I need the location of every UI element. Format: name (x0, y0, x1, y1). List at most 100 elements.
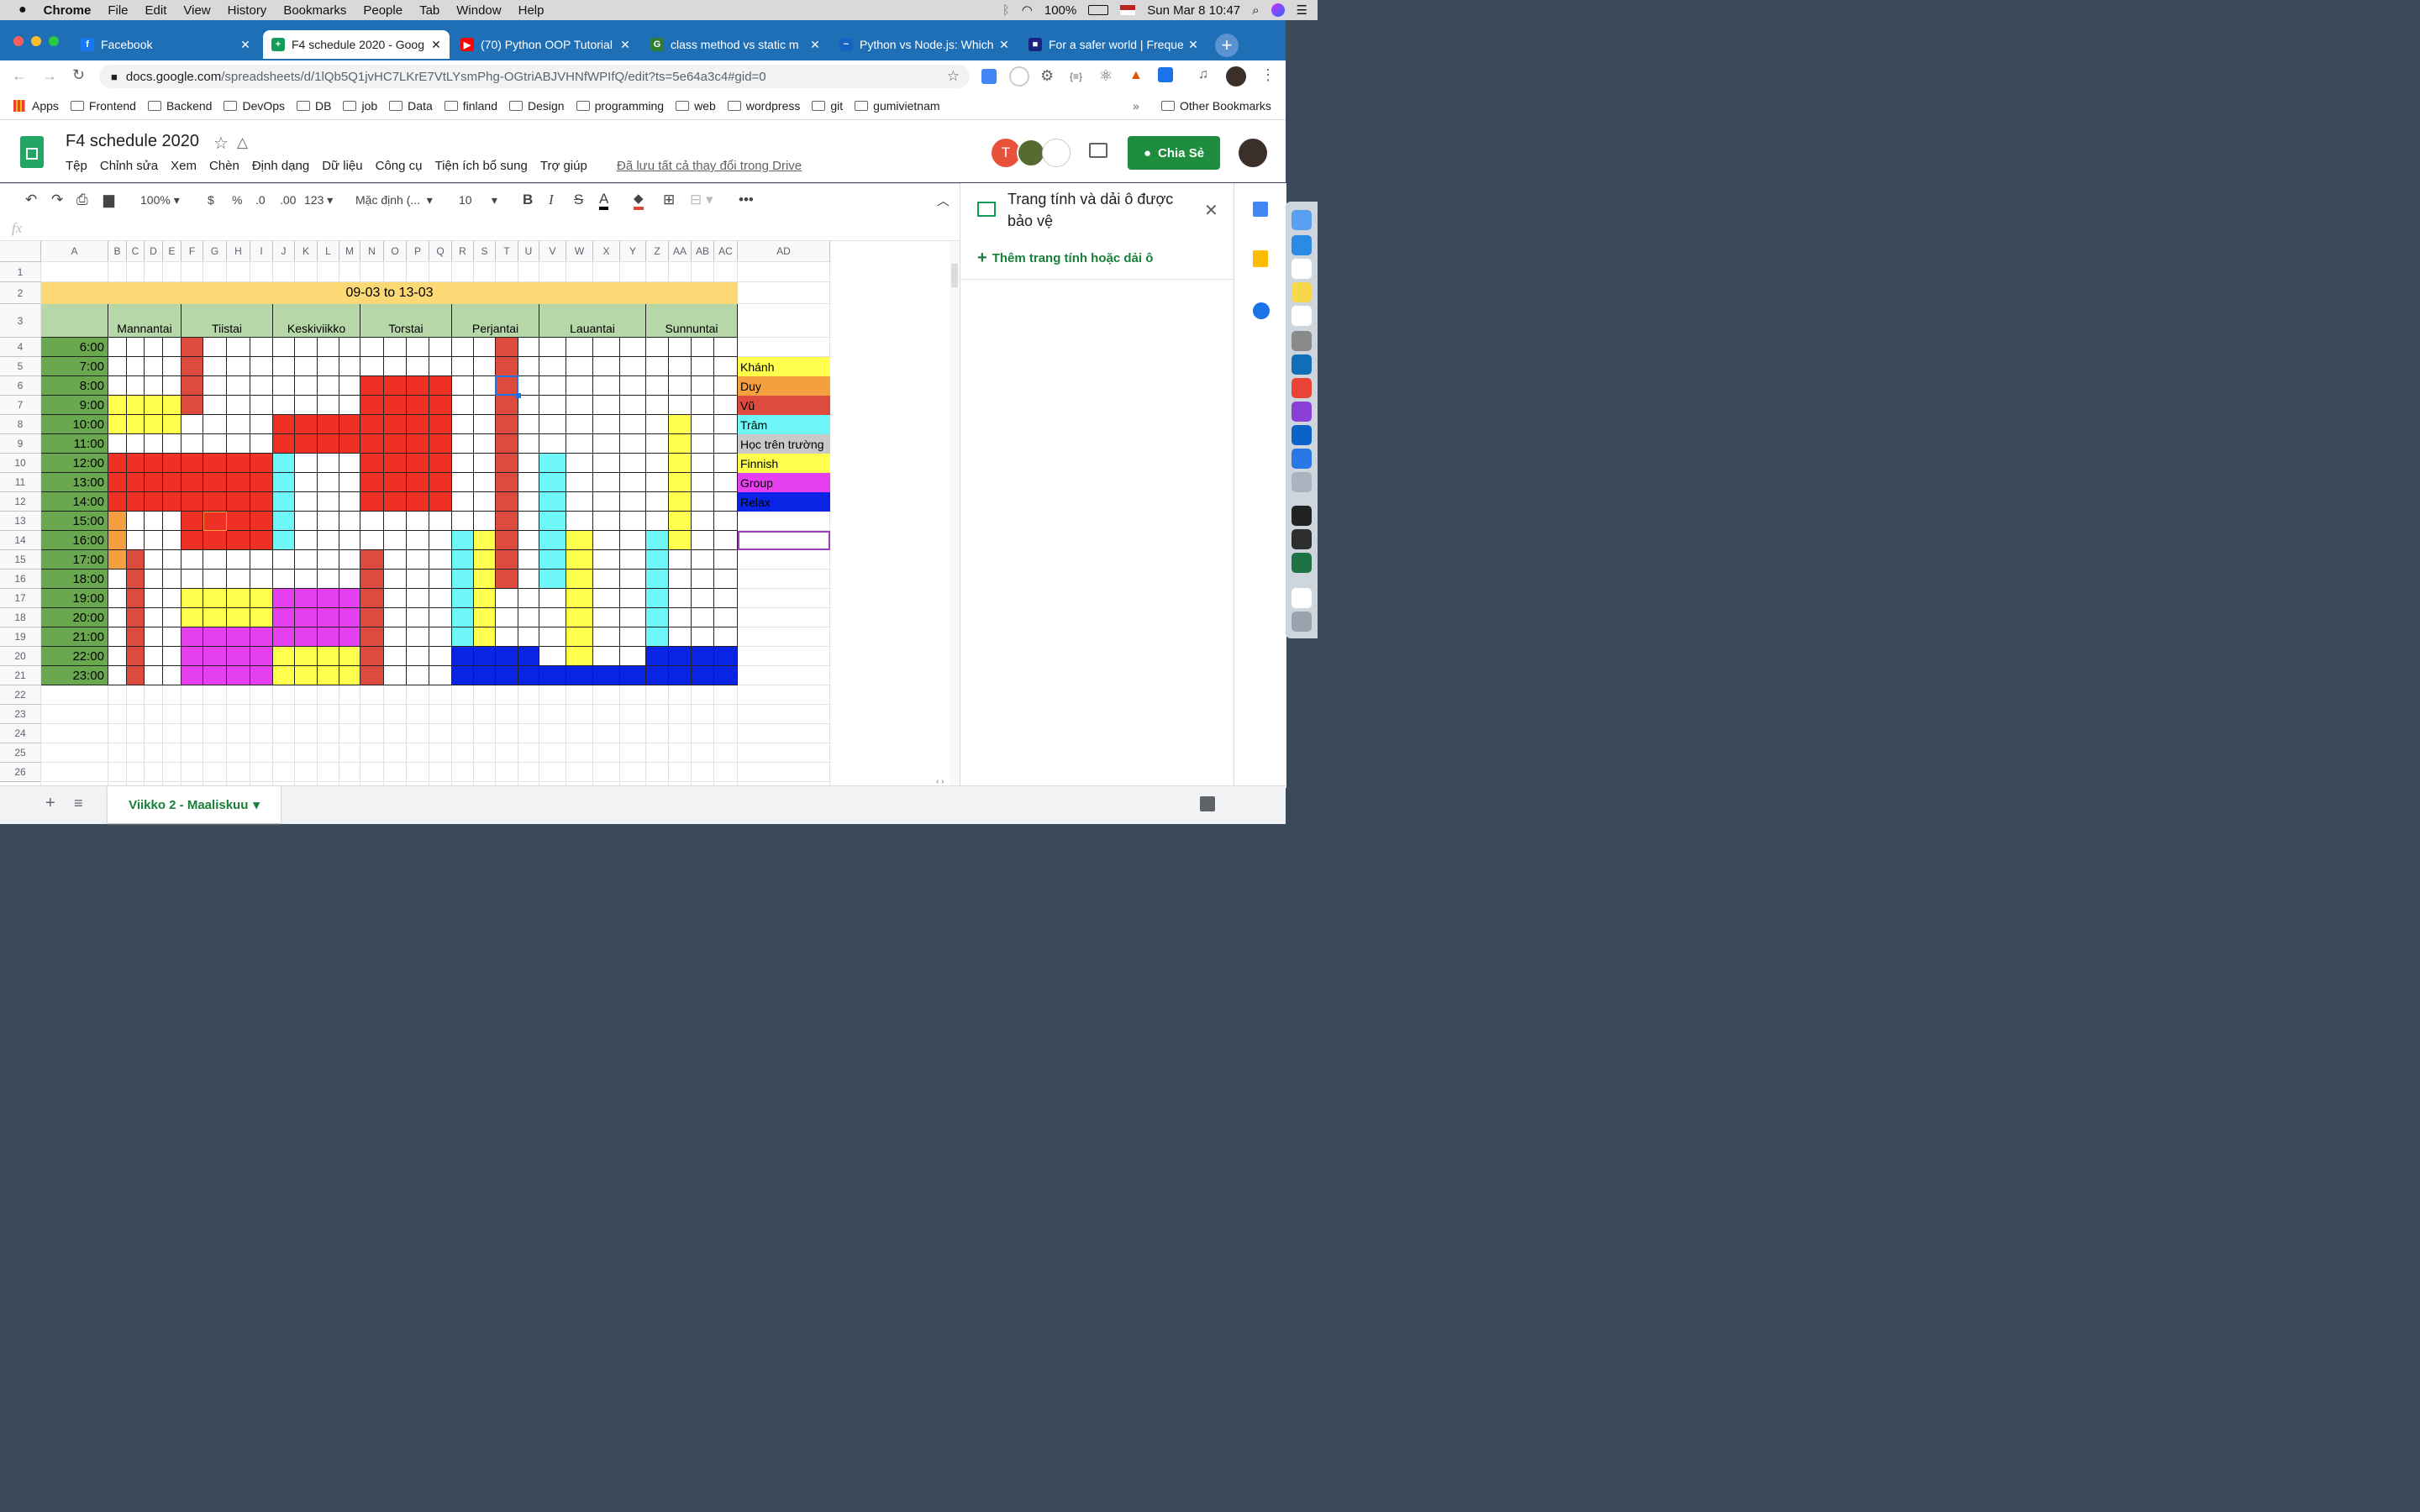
schedule-cell[interactable] (163, 492, 182, 512)
schedule-cell[interactable] (566, 415, 593, 434)
webstorm-icon[interactable] (1292, 354, 1312, 375)
column-header[interactable]: G (203, 241, 227, 262)
schedule-cell[interactable] (496, 647, 518, 666)
schedule-cell[interactable] (182, 415, 203, 434)
schedule-cell[interactable] (360, 627, 384, 647)
schedule-cell[interactable] (273, 473, 295, 492)
schedule-cell[interactable] (273, 531, 295, 550)
schedule-cell[interactable] (518, 473, 539, 492)
column-header[interactable]: D (145, 241, 163, 262)
schedule-cell[interactable] (646, 357, 669, 376)
extension-icon-1[interactable] (1009, 66, 1029, 87)
schedule-cell[interactable] (593, 434, 620, 454)
schedule-cell[interactable] (203, 589, 227, 608)
keep-icon[interactable] (1253, 250, 1268, 267)
schedule-cell[interactable] (593, 608, 620, 627)
all-sheets-icon[interactable]: ≡ (74, 795, 83, 812)
schedule-cell[interactable] (566, 473, 593, 492)
schedule-cell[interactable] (182, 589, 203, 608)
schedule-cell[interactable] (250, 492, 273, 512)
schedule-cell[interactable] (182, 627, 203, 647)
media-icon[interactable]: ♫ (1198, 67, 1208, 82)
column-header[interactable]: P (407, 241, 429, 262)
schedule-cell[interactable] (360, 396, 384, 415)
schedule-cell[interactable] (566, 550, 593, 570)
schedule-cell[interactable] (227, 434, 250, 454)
schedule-cell[interactable] (318, 434, 339, 454)
schedule-cell[interactable] (692, 570, 714, 589)
schedule-cell[interactable] (474, 357, 496, 376)
merge-cells-icon[interactable]: ⊟ ▾ (690, 192, 713, 208)
schedule-cell[interactable] (692, 512, 714, 531)
row-header[interactable]: 10 (0, 454, 41, 473)
schedule-cell[interactable] (203, 666, 227, 685)
borders-icon[interactable]: ⊞ (663, 192, 675, 208)
schedule-cell[interactable] (384, 550, 407, 570)
schedule-cell[interactable] (407, 338, 429, 357)
column-header[interactable]: S (474, 241, 496, 262)
column-header[interactable]: W (566, 241, 593, 262)
schedule-cell[interactable] (360, 357, 384, 376)
schedule-cell[interactable] (163, 512, 182, 531)
schedule-cell[interactable] (250, 589, 273, 608)
menubar-tab[interactable]: Tab (419, 3, 439, 18)
bookmark-apps[interactable]: Apps (13, 99, 59, 113)
schedule-cell[interactable] (620, 647, 646, 666)
schedule-cell[interactable] (182, 666, 203, 685)
trash-icon[interactable] (1292, 612, 1312, 632)
schedule-cell[interactable] (692, 550, 714, 570)
bold-icon[interactable]: B (523, 192, 533, 208)
text-color-icon[interactable]: A (599, 192, 609, 210)
schedule-cell[interactable] (566, 589, 593, 608)
more-collaborators-icon[interactable] (1042, 139, 1071, 167)
column-header[interactable]: Y (620, 241, 646, 262)
schedule-cell[interactable] (145, 454, 163, 473)
schedule-cell[interactable] (227, 376, 250, 396)
schedule-cell[interactable] (145, 473, 163, 492)
schedule-cell[interactable] (339, 550, 360, 570)
column-header[interactable]: Z (646, 241, 669, 262)
schedule-cell[interactable] (593, 492, 620, 512)
schedule-cell[interactable] (273, 608, 295, 627)
schedule-cell[interactable] (318, 376, 339, 396)
schedule-cell[interactable] (429, 415, 452, 434)
schedule-cell[interactable] (646, 396, 669, 415)
schedule-cell[interactable] (145, 589, 163, 608)
undo-icon[interactable]: ↶ (25, 192, 37, 208)
column-header[interactable]: K (295, 241, 318, 262)
schedule-cell[interactable] (496, 454, 518, 473)
schedule-cell[interactable] (145, 357, 163, 376)
schedule-cell[interactable] (203, 608, 227, 627)
schedule-cell[interactable] (669, 608, 692, 627)
schedule-cell[interactable] (566, 627, 593, 647)
schedule-cell[interactable] (669, 434, 692, 454)
schedule-cell[interactable] (360, 376, 384, 396)
schedule-cell[interactable] (227, 627, 250, 647)
clock[interactable]: Sun Mar 8 10:47 (1147, 3, 1240, 18)
schedule-cell[interactable] (646, 434, 669, 454)
chrome-menu-icon[interactable]: ⋮ (1260, 66, 1276, 84)
schedule-cell[interactable] (250, 454, 273, 473)
schedule-cell[interactable] (145, 608, 163, 627)
schedule-cell[interactable] (339, 589, 360, 608)
schedule-cell[interactable] (669, 415, 692, 434)
schedule-cell[interactable] (407, 376, 429, 396)
schedule-cell[interactable] (273, 570, 295, 589)
schedule-cell[interactable] (669, 396, 692, 415)
schedule-cell[interactable] (360, 589, 384, 608)
share-button[interactable]: ● Chia Sẻ (1128, 136, 1220, 170)
schedule-cell[interactable] (250, 473, 273, 492)
schedule-cell[interactable] (593, 570, 620, 589)
schedule-cell[interactable] (360, 415, 384, 434)
row-header[interactable]: 6 (0, 376, 41, 396)
calendar-icon[interactable] (1292, 259, 1312, 279)
schedule-cell[interactable] (593, 666, 620, 685)
schedule-cell[interactable] (518, 434, 539, 454)
menu-edit[interactable]: Chỉnh sửa (100, 159, 158, 173)
schedule-cell[interactable] (273, 415, 295, 434)
schedule-cell[interactable] (692, 338, 714, 357)
schedule-cell[interactable] (163, 589, 182, 608)
schedule-cell[interactable] (429, 608, 452, 627)
schedule-cell[interactable] (295, 415, 318, 434)
schedule-cell[interactable] (452, 550, 474, 570)
